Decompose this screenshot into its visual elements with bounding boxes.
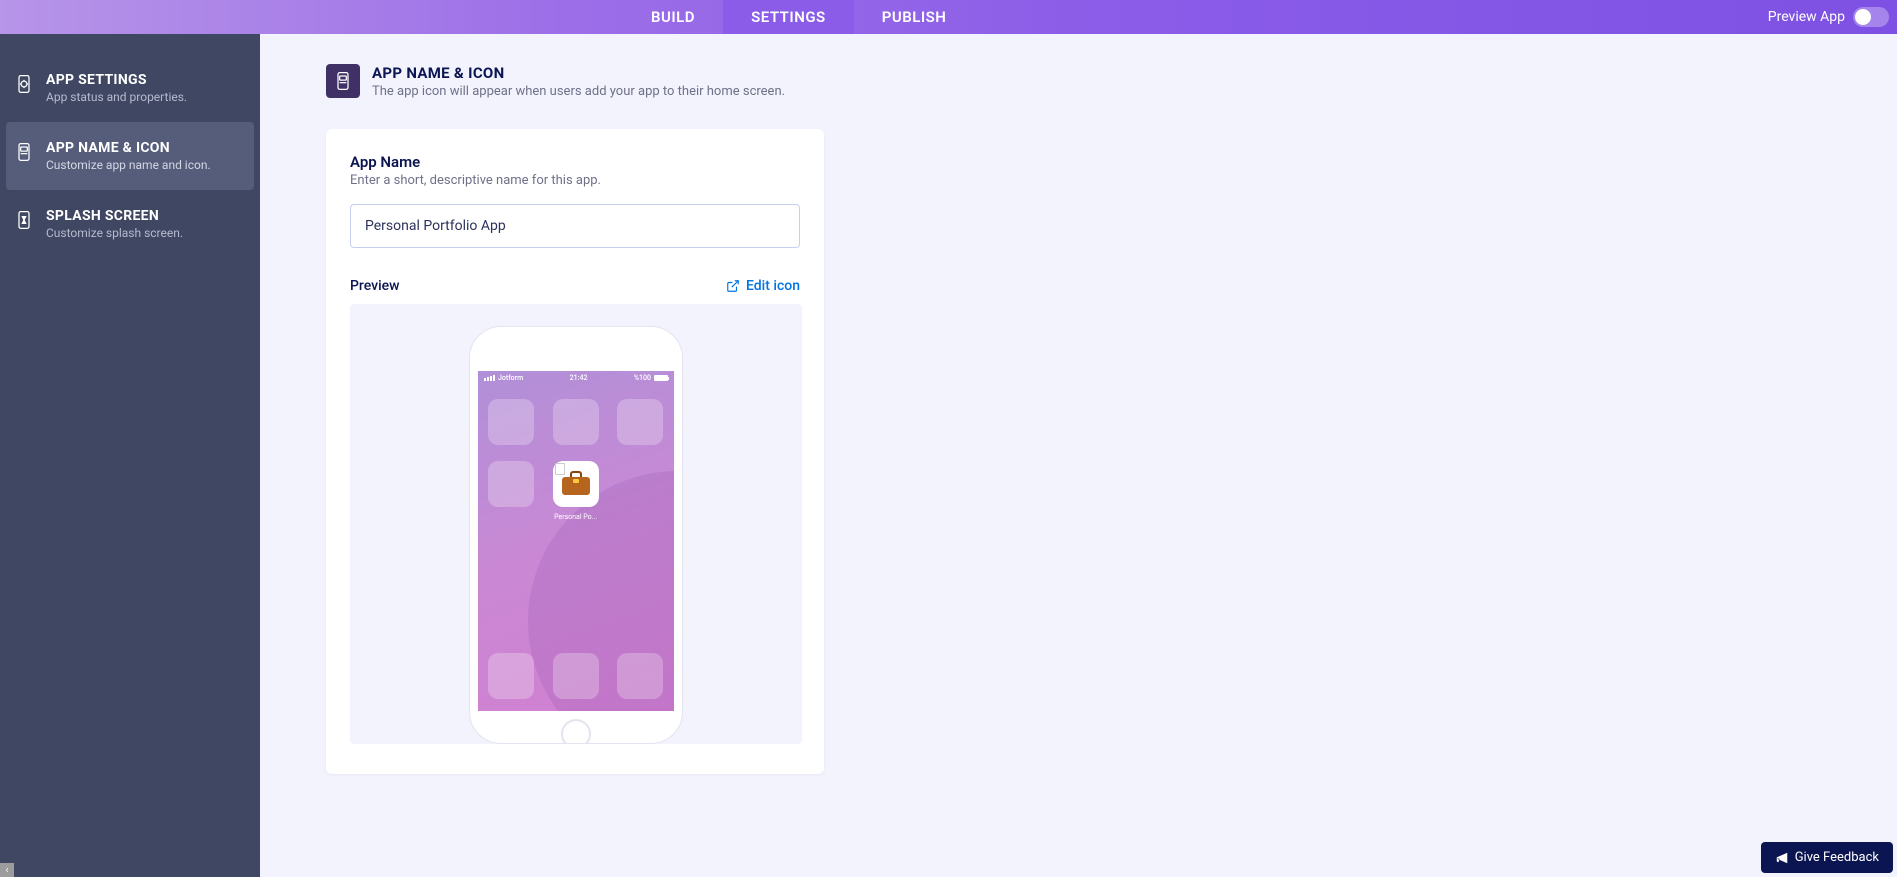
external-link-icon xyxy=(726,279,740,293)
sidebar-item-app-name-icon[interactable]: APP NAME & ICON Customize app name and i… xyxy=(6,122,254,190)
top-bar: BUILD SETTINGS PUBLISH Preview App xyxy=(0,0,1897,34)
phone-frame: Jotform 21:42 %100 xyxy=(469,326,683,744)
sidebar-text: APP NAME & ICON Customize app name and i… xyxy=(46,140,211,172)
app-name-hint: Enter a short, descriptive name for this… xyxy=(350,173,800,188)
status-left: Jotform xyxy=(484,374,523,382)
edit-icon-label: Edit icon xyxy=(746,278,800,294)
app-tile-personal-portfolio: Personal Po... xyxy=(553,461,599,507)
edit-icon-button[interactable]: Edit icon xyxy=(726,278,800,294)
app-name-label: App Name xyxy=(350,153,800,171)
sidebar-desc: App status and properties. xyxy=(46,90,187,104)
feedback-label: Give Feedback xyxy=(1795,850,1879,865)
splash-phone-icon xyxy=(14,210,34,230)
phone-home-button xyxy=(561,719,591,744)
app-name-input[interactable] xyxy=(350,204,800,248)
megaphone-icon xyxy=(1775,851,1789,865)
tabs-container: BUILD SETTINGS PUBLISH xyxy=(623,0,974,34)
app-grid: Personal Po... xyxy=(478,385,674,521)
header-text: APP NAME & ICON The app icon will appear… xyxy=(372,64,785,99)
app-name-field: App Name Enter a short, descriptive name… xyxy=(350,153,800,248)
dock-grid xyxy=(478,653,674,699)
carrier-label: Jotform xyxy=(498,374,523,382)
sidebar-item-splash-screen[interactable]: SPLASH SCREEN Customize splash screen. xyxy=(0,190,260,258)
dock-tile-placeholder xyxy=(488,653,534,699)
preview-label: Preview xyxy=(350,278,400,294)
page-header: APP NAME & ICON The app icon will appear… xyxy=(326,64,1897,99)
preview-app-control: Preview App xyxy=(1768,7,1889,27)
preview-toggle-switch[interactable] xyxy=(1853,7,1889,27)
sidebar-desc: Customize app name and icon. xyxy=(46,158,211,172)
sidebar-title: APP SETTINGS xyxy=(46,72,187,88)
phone-time: 21:42 xyxy=(570,374,588,382)
settings-card: App Name Enter a short, descriptive name… xyxy=(326,129,824,774)
phone-label-icon xyxy=(14,142,34,162)
sidebar-desc: Customize splash screen. xyxy=(46,226,183,240)
tab-settings[interactable]: SETTINGS xyxy=(723,0,854,34)
app-tile-placeholder xyxy=(488,399,534,445)
sidebar-text: APP SETTINGS App status and properties. xyxy=(46,72,187,104)
briefcase-icon xyxy=(562,473,590,495)
app-tile-placeholder xyxy=(488,461,534,507)
chevron-left-icon: ‹ xyxy=(5,865,8,876)
main-content: APP NAME & ICON The app icon will appear… xyxy=(260,34,1897,877)
phone-preview-container: Jotform 21:42 %100 xyxy=(350,304,802,744)
page-subtitle: The app icon will appear when users add … xyxy=(372,84,785,99)
preview-row: Preview Edit icon xyxy=(350,278,800,294)
sidebar-collapse-handle[interactable]: ‹ xyxy=(0,863,14,877)
layout: APP SETTINGS App status and properties. … xyxy=(0,34,1897,877)
app-tile-placeholder xyxy=(617,399,663,445)
dock-tile-placeholder xyxy=(617,653,663,699)
settings-phone-icon xyxy=(14,74,34,94)
phone-screen: Jotform 21:42 %100 xyxy=(478,371,674,711)
app-tile-label: Personal Po... xyxy=(546,513,606,521)
sidebar-text: SPLASH SCREEN Customize splash screen. xyxy=(46,208,183,240)
tab-build[interactable]: BUILD xyxy=(623,0,723,34)
sidebar: APP SETTINGS App status and properties. … xyxy=(0,34,260,877)
sidebar-item-app-settings[interactable]: APP SETTINGS App status and properties. xyxy=(0,54,260,122)
page-header-icon xyxy=(326,64,360,98)
app-tile-placeholder xyxy=(553,399,599,445)
preview-app-label: Preview App xyxy=(1768,9,1845,25)
battery-percent: %100 xyxy=(634,374,651,382)
phone-status-bar: Jotform 21:42 %100 xyxy=(478,371,674,385)
sidebar-title: APP NAME & ICON xyxy=(46,140,211,156)
give-feedback-button[interactable]: Give Feedback xyxy=(1761,842,1893,873)
toggle-knob xyxy=(1855,9,1871,25)
tab-publish[interactable]: PUBLISH xyxy=(854,0,975,34)
page-title: APP NAME & ICON xyxy=(372,64,785,82)
battery-icon xyxy=(654,375,668,381)
sidebar-title: SPLASH SCREEN xyxy=(46,208,183,224)
dock-tile-placeholder xyxy=(553,653,599,699)
signal-bars-icon xyxy=(484,375,495,381)
status-right: %100 xyxy=(634,374,668,382)
